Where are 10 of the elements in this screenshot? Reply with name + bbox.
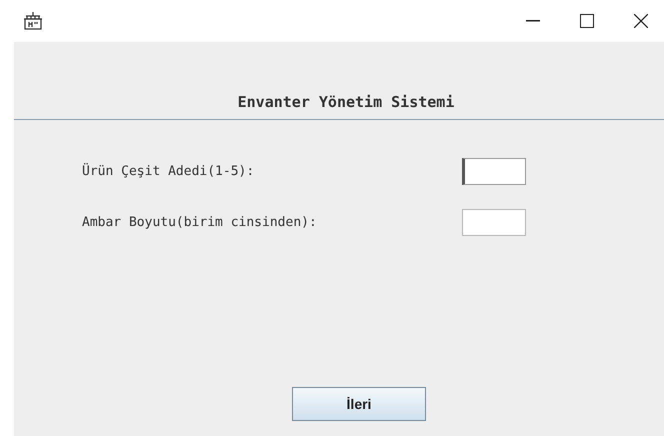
- minimize-icon: [526, 20, 540, 22]
- next-button[interactable]: İleri: [292, 387, 426, 421]
- input-field[interactable]: [462, 209, 526, 236]
- heading: Envanter Yönetim Sistemi: [236, 92, 456, 113]
- app-icon: [22, 10, 44, 32]
- maximize-icon: [580, 14, 594, 28]
- field-label: Ürün Çeşit Adedi(1-5):: [82, 164, 254, 179]
- input-field[interactable]: [462, 158, 526, 185]
- field-label: Ambar Boyutu(birim cinsinden):: [82, 215, 317, 230]
- close-icon: [634, 14, 648, 28]
